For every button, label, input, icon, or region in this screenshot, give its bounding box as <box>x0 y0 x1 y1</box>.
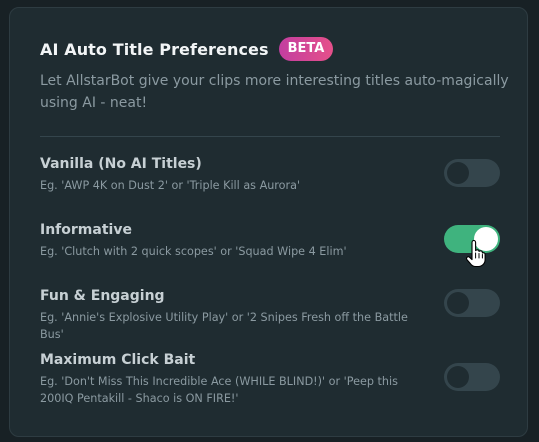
card-header: AI Auto Title Preferences BETA <box>40 37 334 61</box>
option-example: Eg. 'Clutch with 2 quick scopes' or 'Squ… <box>40 245 347 258</box>
toggle-knob <box>474 227 498 251</box>
toggle-knob <box>447 292 469 314</box>
divider <box>40 136 500 137</box>
ai-title-preferences-card: AI Auto Title Preferences BETA Let Allst… <box>9 7 528 437</box>
card-description: Let AllstarBot give your clips more inte… <box>40 73 509 111</box>
toggle-knob <box>447 366 469 388</box>
option-title: Informative <box>40 222 132 238</box>
option-title: Maximum Click Bait <box>40 352 196 368</box>
option-title: Fun & Engaging <box>40 288 165 304</box>
toggle-informative[interactable] <box>444 225 500 253</box>
option-title: Vanilla (No AI Titles) <box>40 156 202 172</box>
option-example: Eg. 'Don't Miss This Incredible Ace (WHI… <box>40 375 398 405</box>
card-title: AI Auto Title Preferences <box>40 39 269 59</box>
option-vanilla: Vanilla (No AI Titles) Eg. 'AWP 4K on Du… <box>40 155 500 194</box>
option-example: Eg. 'AWP 4K on Dust 2' or 'Triple Kill a… <box>40 179 301 192</box>
toggle-knob <box>447 162 469 184</box>
option-fun-engaging: Fun & Engaging Eg. 'Annie's Explosive Ut… <box>40 287 500 343</box>
toggle-maximum-click-bait[interactable] <box>444 363 500 391</box>
toggle-vanilla[interactable] <box>444 159 500 187</box>
option-informative: Informative Eg. 'Clutch with 2 quick sco… <box>40 221 500 260</box>
option-maximum-click-bait: Maximum Click Bait Eg. 'Don't Miss This … <box>40 351 500 407</box>
toggle-fun-engaging[interactable] <box>444 289 500 317</box>
option-example: Eg. 'Annie's Explosive Utility Play' or … <box>40 311 408 341</box>
beta-badge: BETA <box>278 37 334 61</box>
